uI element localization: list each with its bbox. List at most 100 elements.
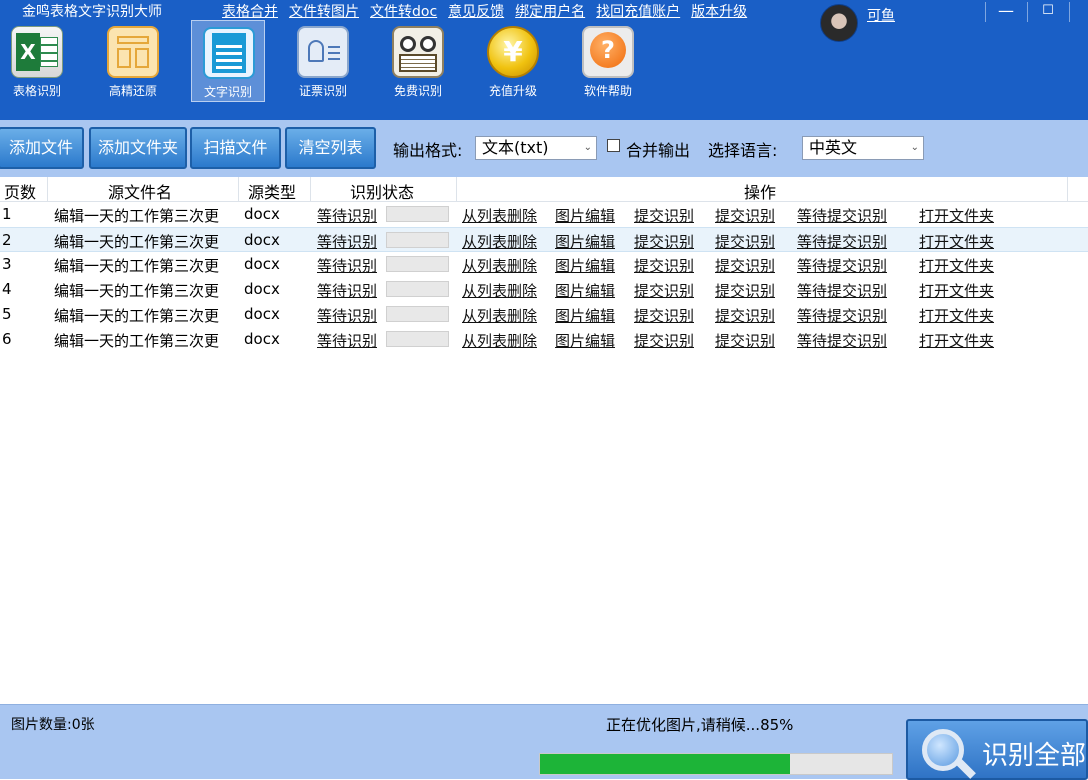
remove-from-list-link[interactable]: 从列表删除 — [462, 255, 537, 276]
tool-free-recognition[interactable]: 免费识别 — [381, 20, 455, 102]
column-header-status[interactable]: 识别状态 — [350, 179, 414, 203]
image-edit-link[interactable]: 图片编辑 — [555, 231, 615, 252]
remove-from-list-link[interactable]: 从列表删除 — [462, 280, 537, 301]
open-folder-link[interactable]: 打开文件夹 — [919, 305, 994, 326]
open-folder-link[interactable]: 打开文件夹 — [919, 205, 994, 226]
wait-submit-link[interactable]: 等待提交识别 — [797, 231, 887, 252]
language-label: 选择语言: — [708, 141, 778, 160]
language-select[interactable]: 中英文 ⌄ — [802, 136, 924, 160]
table-row[interactable]: 2 编辑一天的工作第三次更 docx 等待识别 从列表删除 图片编辑 提交识别 提交识别 等待提… — [0, 227, 1088, 252]
remove-from-list-link[interactable]: 从列表删除 — [462, 330, 537, 351]
wait-submit-link[interactable]: 等待提交识别 — [797, 280, 887, 301]
recognize-all-label: 识别全部 — [982, 741, 1087, 771]
tool-label: 软件帮助 — [583, 84, 632, 98]
maximize-button[interactable]: ☐ — [1030, 0, 1066, 22]
remove-from-list-link[interactable]: 从列表删除 — [462, 205, 537, 226]
link-table-merge[interactable]: 表格合并 — [222, 1, 278, 21]
submit-recognition-link[interactable]: 提交识别 — [715, 280, 775, 301]
column-header-page[interactable]: 页数 — [4, 179, 36, 203]
image-edit-link[interactable]: 图片编辑 — [555, 280, 615, 301]
wait-submit-link[interactable]: 等待提交识别 — [797, 330, 887, 351]
id-card-icon — [297, 26, 349, 78]
submit-recognition-link[interactable]: 提交识别 — [634, 231, 694, 252]
open-folder-link[interactable]: 打开文件夹 — [919, 280, 994, 301]
username[interactable]: 可鱼 — [867, 5, 895, 25]
cell-status[interactable]: 等待识别 — [317, 231, 377, 252]
submit-recognition-link[interactable]: 提交识别 — [634, 280, 694, 301]
column-header-filename[interactable]: 源文件名 — [108, 179, 172, 203]
cell-status[interactable]: 等待识别 — [317, 280, 377, 301]
image-edit-link[interactable]: 图片编辑 — [555, 305, 615, 326]
cell-page: 5 — [2, 305, 12, 323]
merge-output-label: 合并输出 — [626, 141, 691, 160]
restore-layout-icon — [107, 26, 159, 78]
language-value: 中英文 — [809, 138, 858, 157]
status-bar: 图片数量:0张 正在优化图片,请稍候...85% 识别全部 — [0, 704, 1088, 780]
open-folder-link[interactable]: 打开文件夹 — [919, 255, 994, 276]
recognize-all-button[interactable]: 识别全部 — [906, 719, 1088, 780]
cell-status[interactable]: 等待识别 — [317, 305, 377, 326]
table-row[interactable]: 4 编辑一天的工作第三次更 docx 等待识别 从列表删除 图片编辑 提交识别 提交识别 等待提… — [0, 277, 1088, 302]
scan-file-button[interactable]: 扫描文件 — [190, 127, 281, 169]
link-file-to-image[interactable]: 文件转图片 — [289, 1, 359, 21]
link-recover-account[interactable]: 找回充值账户 — [596, 1, 680, 21]
output-format-label: 输出格式: — [393, 141, 463, 160]
tool-hd-restore[interactable]: 高精还原 — [96, 20, 170, 102]
submit-recognition-link[interactable]: 提交识别 — [634, 205, 694, 226]
cell-status[interactable]: 等待识别 — [317, 205, 377, 226]
clear-list-button[interactable]: 清空列表 — [285, 127, 376, 169]
remove-from-list-link[interactable]: 从列表删除 — [462, 305, 537, 326]
cell-status[interactable]: 等待识别 — [317, 255, 377, 276]
minimize-button[interactable]: — — [988, 0, 1024, 22]
submit-recognition-link[interactable]: 提交识别 — [715, 255, 775, 276]
table-row[interactable]: 3 编辑一天的工作第三次更 docx 等待识别 从列表删除 图片编辑 提交识别 提交识别 等待提… — [0, 252, 1088, 277]
open-folder-link[interactable]: 打开文件夹 — [919, 330, 994, 351]
add-folder-button[interactable]: 添加文件夹 — [89, 127, 187, 169]
link-file-to-doc[interactable]: 文件转doc — [370, 1, 437, 21]
top-links: 表格合并 文件转图片 文件转doc 意见反馈 绑定用户名 找回充值账户 版本升级 — [222, 1, 747, 21]
tool-label: 证票识别 — [298, 84, 347, 98]
tool-software-help[interactable]: ? 软件帮助 — [571, 20, 645, 102]
submit-recognition-link[interactable]: 提交识别 — [715, 205, 775, 226]
column-header-operation[interactable]: 操作 — [744, 179, 776, 203]
output-format-value: 文本(txt) — [482, 138, 549, 157]
add-file-button[interactable]: 添加文件 — [0, 127, 84, 169]
remove-from-list-link[interactable]: 从列表删除 — [462, 231, 537, 252]
output-format-select[interactable]: 文本(txt) ⌄ — [475, 136, 597, 160]
avatar[interactable] — [820, 4, 858, 42]
action-bar: 添加文件 添加文件夹 扫描文件 清空列表 输出格式: 文本(txt) ⌄ 合并输… — [0, 120, 1088, 177]
table-row[interactable]: 1 编辑一天的工作第三次更 docx 等待识别 从列表删除 图片编辑 提交识别 提交识别 等待提… — [0, 202, 1088, 227]
link-version-upgrade[interactable]: 版本升级 — [691, 1, 747, 21]
tool-recharge-upgrade[interactable]: ¥ 充值升级 — [476, 20, 550, 102]
tool-text-recognition[interactable]: 文字识别 — [191, 20, 265, 102]
wait-submit-link[interactable]: 等待提交识别 — [797, 305, 887, 326]
submit-recognition-link[interactable]: 提交识别 — [715, 231, 775, 252]
cell-page: 4 — [2, 280, 12, 298]
link-feedback[interactable]: 意见反馈 — [448, 1, 504, 21]
open-folder-link[interactable]: 打开文件夹 — [919, 231, 994, 252]
submit-recognition-link[interactable]: 提交识别 — [634, 330, 694, 351]
cell-type: docx — [244, 255, 280, 273]
book-glasses-icon — [392, 26, 444, 78]
merge-output-checkbox[interactable] — [607, 139, 620, 152]
tool-label: 高精还原 — [108, 84, 157, 98]
tool-table-recognition[interactable]: X 表格识别 — [0, 20, 74, 102]
table-row[interactable]: 6 编辑一天的工作第三次更 docx 等待识别 从列表删除 图片编辑 提交识别 提交识别 等待提… — [0, 327, 1088, 352]
image-edit-link[interactable]: 图片编辑 — [555, 205, 615, 226]
link-bind-username[interactable]: 绑定用户名 — [515, 1, 585, 21]
submit-recognition-link[interactable]: 提交识别 — [634, 255, 694, 276]
cell-page: 6 — [2, 330, 12, 348]
image-edit-link[interactable]: 图片编辑 — [555, 255, 615, 276]
table-row[interactable]: 5 编辑一天的工作第三次更 docx 等待识别 从列表删除 图片编辑 提交识别 提交识别 等待提… — [0, 302, 1088, 327]
image-edit-link[interactable]: 图片编辑 — [555, 330, 615, 351]
submit-recognition-link[interactable]: 提交识别 — [715, 305, 775, 326]
wait-submit-link[interactable]: 等待提交识别 — [797, 205, 887, 226]
cell-status[interactable]: 等待识别 — [317, 330, 377, 351]
wait-submit-link[interactable]: 等待提交识别 — [797, 255, 887, 276]
cell-filename: 编辑一天的工作第三次更 — [54, 233, 220, 251]
column-header-type[interactable]: 源类型 — [248, 179, 296, 203]
submit-recognition-link[interactable]: 提交识别 — [715, 330, 775, 351]
row-progress-bar — [386, 281, 449, 297]
tool-id-recognition[interactable]: 证票识别 — [286, 20, 360, 102]
submit-recognition-link[interactable]: 提交识别 — [634, 305, 694, 326]
